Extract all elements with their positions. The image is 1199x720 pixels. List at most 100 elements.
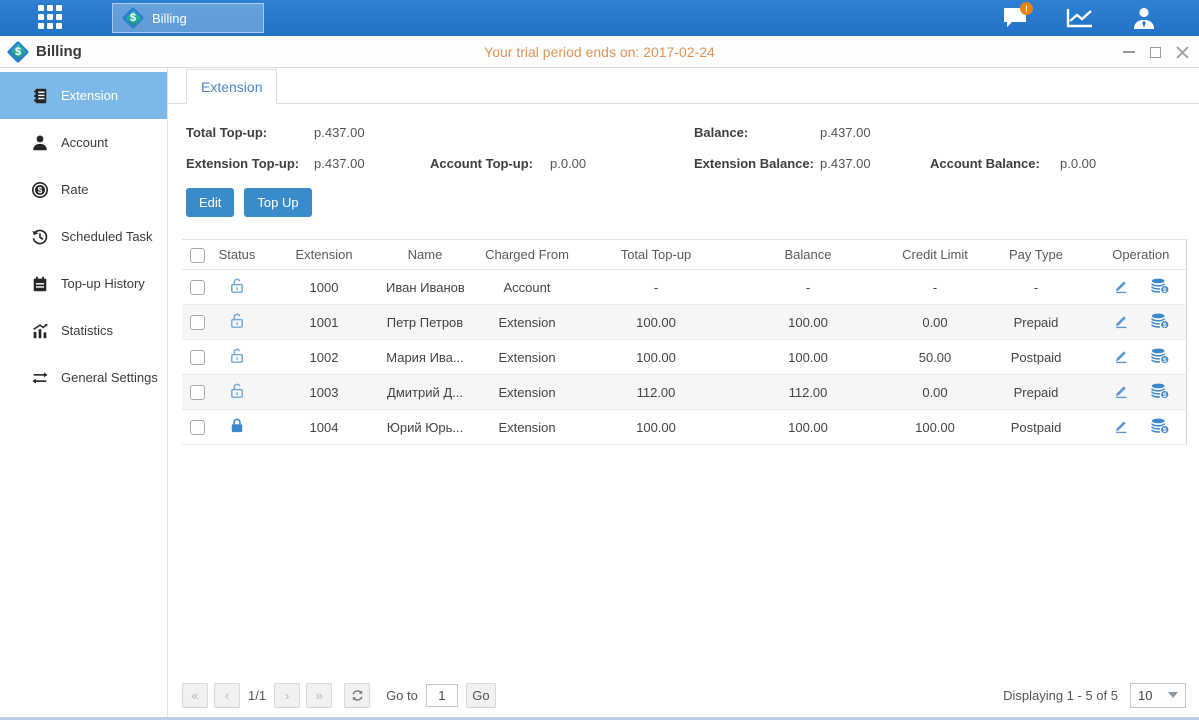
cell-name: Петр Петров [386, 305, 464, 340]
cell-extension: 1002 [262, 340, 386, 375]
topup-row-icon[interactable]: $ [1150, 382, 1170, 400]
billing-window-icon: $ [8, 42, 28, 62]
maximize-icon[interactable] [1149, 46, 1162, 59]
column-header: Pay Type [976, 240, 1096, 270]
summary-label: Balance: [694, 125, 820, 140]
cell-balance: 100.00 [722, 340, 894, 375]
summary-value: p.437.00 [314, 156, 430, 171]
last-page-button[interactable]: » [306, 683, 332, 708]
page-size-select[interactable]: 10 [1130, 683, 1186, 708]
first-page-button[interactable]: « [182, 683, 208, 708]
cell-balance: 112.00 [722, 375, 894, 410]
table-row: 1001Петр ПетровExtension100.00100.000.00… [182, 305, 1186, 340]
cell-credit-limit: - [894, 270, 976, 305]
close-icon[interactable] [1176, 46, 1189, 59]
cell-pay-type: - [976, 270, 1096, 305]
cell-balance: 100.00 [722, 305, 894, 340]
row-checkbox[interactable] [190, 280, 205, 295]
cell-charged-from: Extension [464, 340, 590, 375]
balance-summary: Total Top-up:p.437.00Balance:p.437.00Ext… [186, 117, 1199, 179]
lock-open-icon [228, 346, 246, 365]
goto-page-input[interactable] [426, 684, 458, 707]
taskbar-billing-tab[interactable]: $ Billing [112, 3, 264, 33]
summary-label: Extension Balance: [694, 156, 820, 171]
row-checkbox[interactable] [190, 315, 205, 330]
next-page-button[interactable]: › [274, 683, 300, 708]
topup-row-icon[interactable]: $ [1150, 417, 1170, 435]
lock-open-icon [228, 311, 246, 330]
prev-page-button[interactable]: ‹ [214, 683, 240, 708]
row-checkbox[interactable] [190, 420, 205, 435]
cell-extension: 1003 [262, 375, 386, 410]
table-row: 1004Юрий Юрь...Extension100.00100.00100.… [182, 410, 1186, 445]
svg-text:$: $ [1163, 322, 1167, 329]
top-taskbar: $ Billing ! [0, 0, 1199, 36]
cell-name: Иван Иванов [386, 270, 464, 305]
scheduled-task-icon [30, 227, 50, 247]
top-up-button[interactable]: Top Up [244, 188, 311, 217]
cell-balance: 100.00 [722, 410, 894, 445]
sidebar-item-extension[interactable]: Extension [0, 72, 167, 119]
svg-text:$: $ [1163, 392, 1167, 399]
table-row: 1003Дмитрий Д...Extension112.00112.000.0… [182, 375, 1186, 410]
cell-credit-limit: 50.00 [894, 340, 976, 375]
column-header: Extension [262, 240, 386, 270]
sidebar: ExtensionAccount$RateScheduled TaskTop-u… [0, 68, 168, 717]
billing-app-icon: $ [123, 8, 143, 28]
topup-row-icon[interactable]: $ [1150, 312, 1170, 330]
window-titlebar: $ Billing Your trial period ends on: 201… [0, 36, 1199, 68]
summary-label: Total Top-up: [186, 125, 314, 140]
column-header: Credit Limit [894, 240, 976, 270]
page-indicator: 1/1 [248, 688, 266, 703]
goto-label: Go to [386, 688, 418, 703]
table-header-row: StatusExtensionNameCharged FromTotal Top… [182, 240, 1186, 270]
rate-icon: $ [30, 180, 50, 200]
summary-label: Extension Top-up: [186, 156, 314, 171]
sidebar-item-scheduled-task[interactable]: Scheduled Task [0, 213, 167, 260]
column-header: Name [386, 240, 464, 270]
user-icon[interactable] [1129, 5, 1159, 31]
cell-extension: 1001 [262, 305, 386, 340]
cell-total-top-up: 100.00 [590, 305, 722, 340]
sidebar-item-account[interactable]: Account [0, 119, 167, 166]
sidebar-item-statistics[interactable]: Statistics [0, 307, 167, 354]
sidebar-item-topup-history[interactable]: Top-up History [0, 260, 167, 307]
edit-button[interactable]: Edit [186, 188, 234, 217]
edit-row-icon[interactable] [1112, 312, 1130, 330]
chat-icon[interactable]: ! [1001, 5, 1031, 31]
column-header: Total Top-up [590, 240, 722, 270]
column-header: Status [212, 240, 262, 270]
edit-row-icon[interactable] [1112, 417, 1130, 435]
cell-pay-type: Prepaid [976, 375, 1096, 410]
edit-row-icon[interactable] [1112, 347, 1130, 365]
row-checkbox[interactable] [190, 385, 205, 400]
sidebar-item-general-settings[interactable]: General Settings [0, 354, 167, 401]
go-button[interactable]: Go [466, 683, 496, 708]
account-icon [30, 133, 50, 153]
cell-extension: 1004 [262, 410, 386, 445]
cell-total-top-up: - [590, 270, 722, 305]
app-grid-icon[interactable] [38, 5, 64, 31]
minimize-icon[interactable] [1122, 46, 1135, 59]
chart-icon[interactable] [1065, 5, 1095, 31]
summary-value: p.437.00 [820, 125, 930, 140]
cell-charged-from: Extension [464, 305, 590, 340]
edit-row-icon[interactable] [1112, 277, 1130, 295]
summary-value: p.0.00 [1060, 156, 1199, 171]
summary-value: p.437.00 [820, 156, 930, 171]
lock-open-icon [228, 276, 246, 295]
summary-value: p.437.00 [314, 125, 430, 140]
topup-row-icon[interactable]: $ [1150, 347, 1170, 365]
cell-credit-limit: 100.00 [894, 410, 976, 445]
sidebar-item-rate[interactable]: $Rate [0, 166, 167, 213]
refresh-icon[interactable] [344, 683, 370, 708]
select-all-checkbox[interactable] [190, 248, 205, 263]
row-checkbox[interactable] [190, 350, 205, 365]
topup-row-icon[interactable]: $ [1150, 277, 1170, 295]
edit-row-icon[interactable] [1112, 382, 1130, 400]
cell-pay-type: Postpaid [976, 410, 1096, 445]
tab-extension[interactable]: Extension [186, 69, 277, 104]
window-title: Billing [36, 43, 82, 60]
svg-text:$: $ [38, 185, 43, 195]
cell-name: Дмитрий Д... [386, 375, 464, 410]
